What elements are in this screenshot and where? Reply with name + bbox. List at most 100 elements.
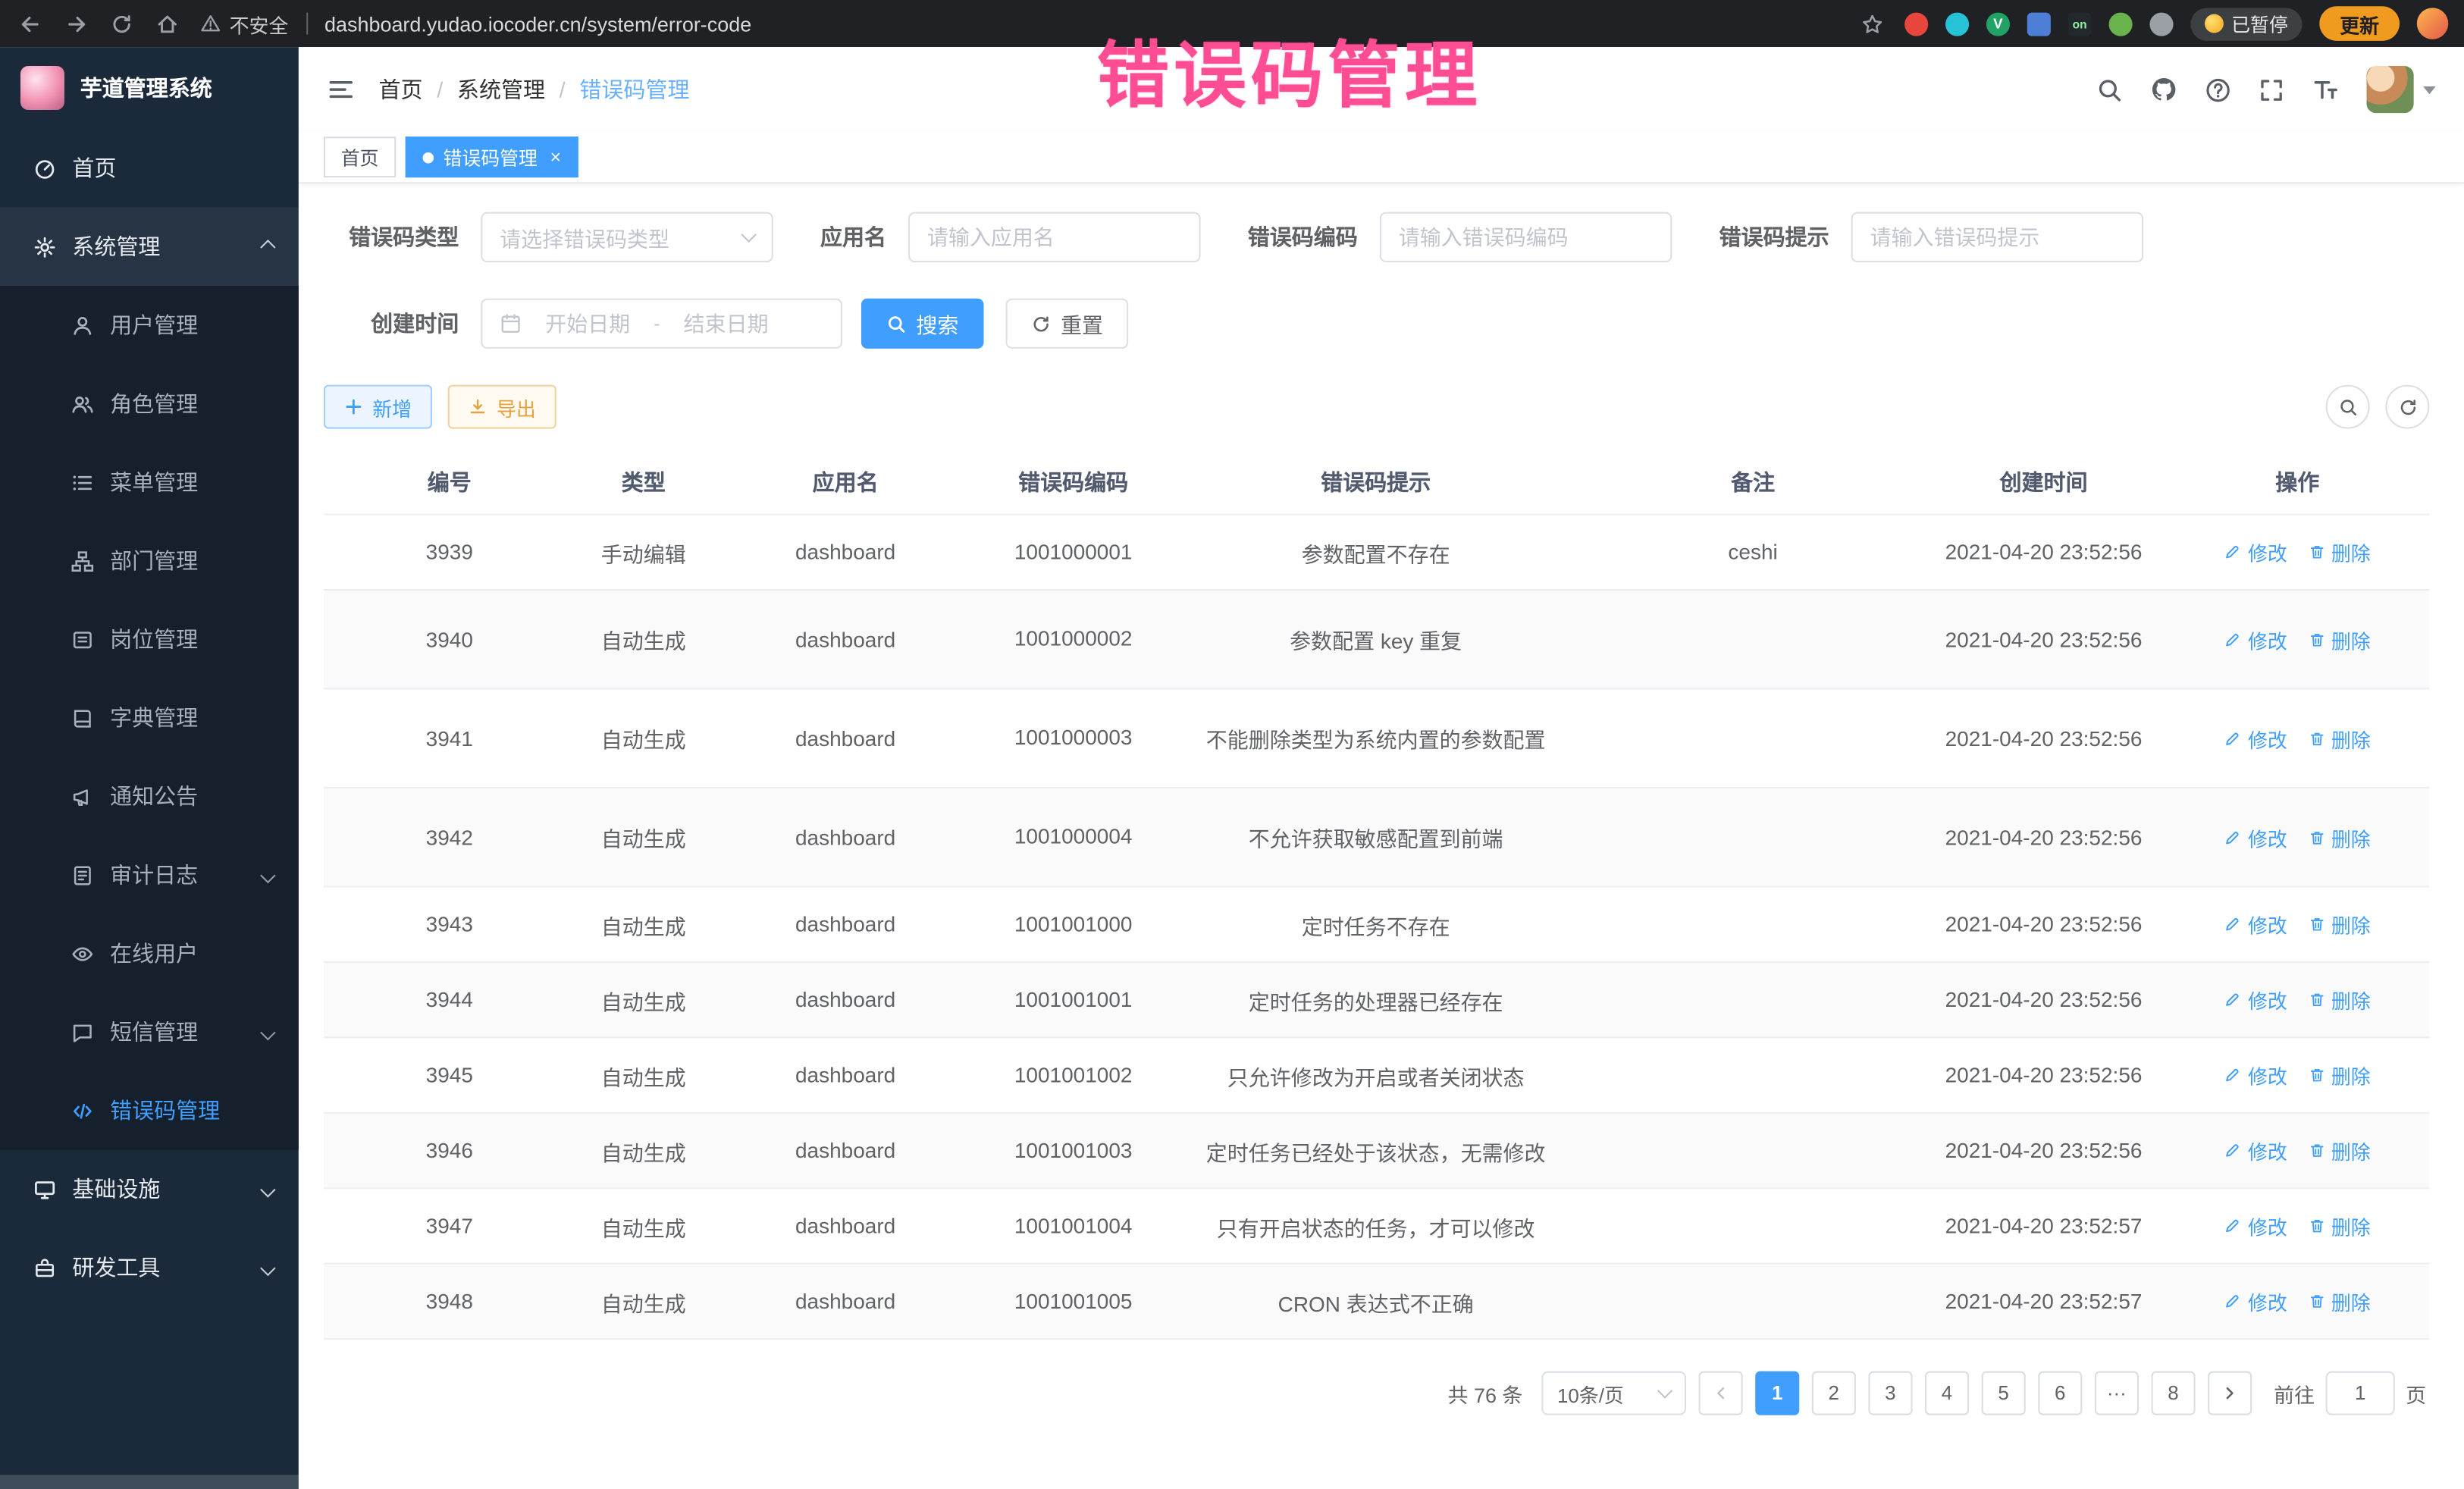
search-icon[interactable] [2096, 76, 2123, 102]
sidebar-item-sms-management[interactable]: 短信管理 [0, 992, 299, 1071]
extension-leaf-icon[interactable] [2109, 12, 2133, 36]
browser-update-button[interactable]: 更新 [2319, 6, 2400, 41]
extension-on-badge-icon[interactable]: on [2068, 12, 2092, 36]
browser-reload-icon[interactable] [107, 9, 135, 37]
delete-button[interactable]: 删除 [2308, 823, 2371, 852]
page-button-6[interactable]: 6 [2038, 1371, 2082, 1415]
address-bar[interactable]: dashboard.yudao.iocoder.cn/system/error-… [324, 12, 751, 36]
edit-button[interactable]: 修改 [2224, 1211, 2287, 1240]
extension-paw-icon[interactable] [2149, 12, 2173, 36]
error-code-input[interactable] [1399, 225, 1654, 249]
add-button[interactable]: 新增 [324, 385, 432, 429]
edit-button[interactable]: 修改 [2224, 1136, 2287, 1165]
browser-back-icon[interactable] [16, 9, 44, 37]
extension-green-v-icon[interactable]: V [1986, 12, 2010, 36]
breadcrumb-system[interactable]: 系统管理 [457, 74, 545, 105]
page-button-2[interactable]: 2 [1812, 1371, 1856, 1415]
start-date-input[interactable] [533, 312, 643, 335]
delete-button[interactable]: 删除 [2308, 723, 2371, 753]
browser-home-icon[interactable] [152, 9, 180, 37]
sidebar-item-online-users[interactable]: 在线用户 [0, 914, 299, 993]
user-avatar[interactable] [2366, 66, 2435, 113]
fullscreen-icon[interactable] [2258, 76, 2284, 102]
bookmark-star-icon[interactable] [1859, 9, 1887, 37]
search-button[interactable]: 搜索 [861, 299, 984, 349]
refresh-icon[interactable] [2385, 385, 2429, 429]
delete-button[interactable]: 删除 [2308, 985, 2371, 1014]
date-range-picker[interactable]: - [481, 299, 842, 349]
prev-page-button[interactable] [1699, 1371, 1743, 1415]
extension-blue-grid-icon[interactable] [2027, 12, 2051, 36]
delete-button[interactable]: 删除 [2308, 625, 2371, 654]
sidebar-item-dict-management[interactable]: 字典管理 [0, 679, 299, 757]
app-logo[interactable]: 芋道管理系统 [0, 47, 299, 129]
browser-forward-icon[interactable] [61, 9, 89, 37]
sidebar-item-system-management[interactable]: 系统管理 [0, 207, 299, 286]
next-page-button[interactable] [2208, 1371, 2252, 1415]
edit-button[interactable]: 修改 [2224, 985, 2287, 1014]
cell-message: 定时任务已经处于该状态，无需修改 [1168, 1114, 1584, 1187]
page-button-1[interactable]: 1 [1755, 1371, 1799, 1415]
hamburger-icon[interactable] [327, 75, 355, 103]
edit-button[interactable]: 修改 [2224, 723, 2287, 753]
sidebar-item-user-management[interactable]: 用户管理 [0, 286, 299, 365]
extension-teal-icon[interactable] [1945, 12, 1969, 36]
table-row: 3948 自动生成 dashboard 1001001005 CRON 表达式不… [324, 1265, 2429, 1340]
delete-button[interactable]: 删除 [2308, 1211, 2371, 1240]
page-button-5[interactable]: 5 [1982, 1371, 2026, 1415]
end-date-input[interactable] [671, 312, 781, 335]
delete-button[interactable]: 删除 [2308, 1287, 2371, 1316]
sidebar-item-dev-tools[interactable]: 研发工具 [0, 1228, 299, 1307]
security-chip[interactable]: 不安全 [198, 8, 288, 38]
edit-button[interactable]: 修改 [2224, 910, 2287, 939]
sidebar-item-audit-log[interactable]: 审计日志 [0, 835, 299, 914]
filter-label: 错误码提示 [1719, 221, 1829, 252]
page-button-3[interactable]: 3 [1868, 1371, 1912, 1415]
sidebar-item-post-management[interactable]: 岗位管理 [0, 600, 299, 679]
sidebar-item-role-management[interactable]: 角色管理 [0, 365, 299, 444]
delete-button[interactable]: 删除 [2308, 910, 2371, 939]
breadcrumb-home[interactable]: 首页 [379, 74, 423, 105]
app-name-input[interactable] [927, 225, 1182, 249]
edit-button[interactable]: 修改 [2224, 625, 2287, 654]
edit-button[interactable]: 修改 [2224, 823, 2287, 852]
extension-red-icon[interactable] [1904, 12, 1928, 36]
edit-button[interactable]: 修改 [2224, 1287, 2287, 1316]
delete-button[interactable]: 删除 [2308, 1060, 2371, 1089]
page-button-4[interactable]: 4 [1925, 1371, 1969, 1415]
sidebar-item-menu-management[interactable]: 菜单管理 [0, 443, 299, 522]
sidebar-item-error-code-management[interactable]: 错误码管理 [0, 1071, 299, 1150]
sidebar-item-announcement[interactable]: 通知公告 [0, 757, 299, 836]
error-message-input[interactable] [1870, 225, 2125, 249]
tab-home[interactable]: 首页 [324, 136, 396, 177]
paused-badge[interactable]: 已暂停 [2190, 7, 2302, 40]
browser-profile-avatar[interactable] [2417, 8, 2448, 39]
tab-error-code-management[interactable]: 错误码管理 × [406, 136, 578, 177]
edit-button[interactable]: 修改 [2224, 1060, 2287, 1089]
font-size-icon[interactable] [2312, 75, 2340, 103]
sidebar-item-home[interactable]: 首页 [0, 129, 299, 208]
chevron-down-icon [260, 1024, 276, 1040]
sidebar-item-infrastructure[interactable]: 基础设施 [0, 1150, 299, 1229]
active-tab-dot-icon [423, 152, 434, 163]
page-size-select[interactable]: 10条/页 [1541, 1371, 1686, 1415]
page-ellipsis-button[interactable]: ··· [2095, 1371, 2139, 1415]
delete-button[interactable]: 删除 [2308, 1136, 2371, 1165]
reset-button[interactable]: 重置 [1006, 299, 1129, 349]
show-search-icon[interactable] [2326, 385, 2370, 429]
tab-close-icon[interactable]: × [550, 148, 562, 167]
table-header: 编号 类型 应用名 错误码编码 错误码提示 备注 创建时间 操作 [324, 451, 2429, 516]
column-header-operations: 操作 [2165, 451, 2429, 514]
page-button-8[interactable]: 8 [2151, 1371, 2195, 1415]
delete-button[interactable]: 删除 [2308, 538, 2371, 567]
sidebar-item-dept-management[interactable]: 部门管理 [0, 522, 299, 600]
help-icon[interactable] [2205, 76, 2231, 102]
column-header-code: 错误码编码 [979, 451, 1168, 514]
error-code-type-select[interactable]: 请选择错误码类型 [481, 212, 773, 262]
github-icon[interactable] [2149, 75, 2177, 103]
cell-app: dashboard [712, 689, 979, 786]
export-button[interactable]: 导出 [448, 385, 556, 429]
goto-page-input[interactable] [2326, 1371, 2395, 1415]
sidebar-collapse-bar[interactable] [0, 1475, 299, 1489]
edit-button[interactable]: 修改 [2224, 538, 2287, 567]
